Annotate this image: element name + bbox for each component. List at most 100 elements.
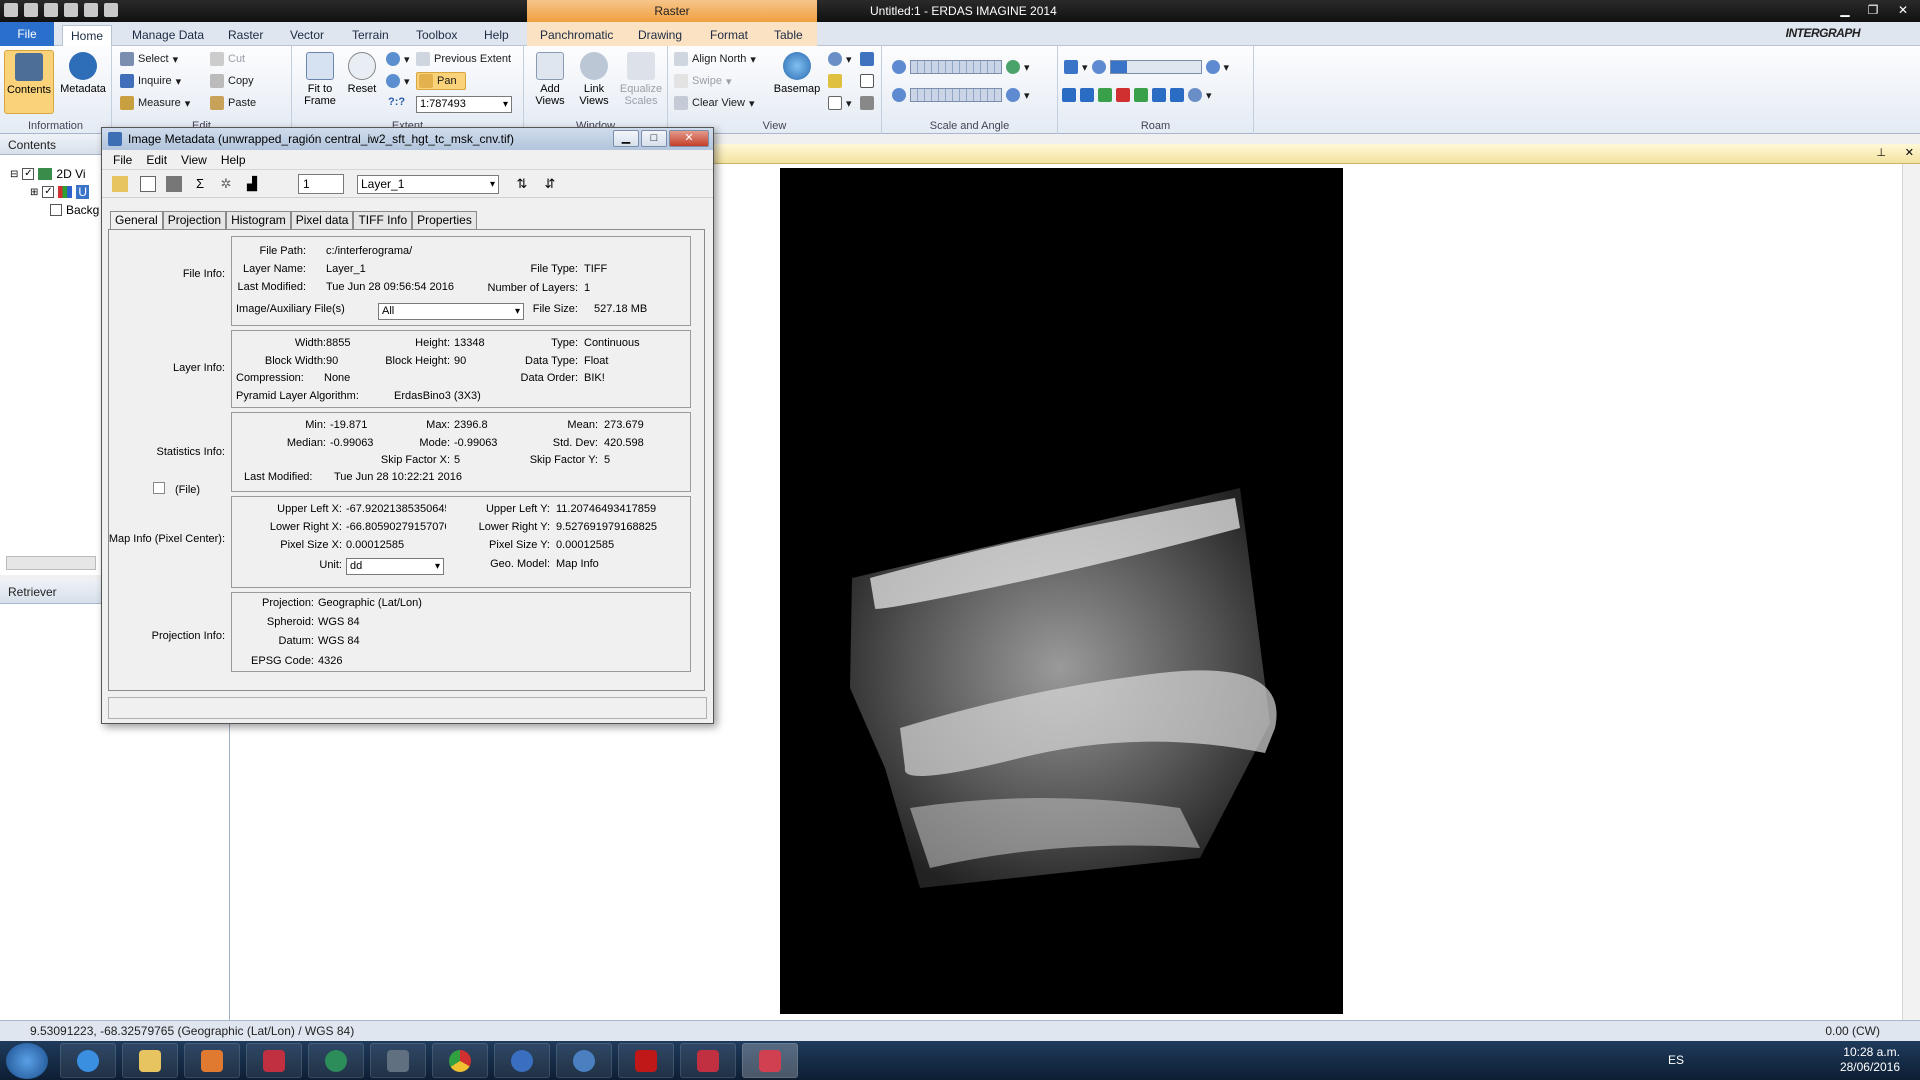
minimize-button[interactable]: ▁ [1832, 2, 1858, 18]
metadata-button[interactable]: Metadata [58, 50, 108, 95]
taskbar-erdas-active[interactable] [742, 1043, 798, 1078]
link-views-button[interactable]: Link Views [572, 50, 616, 107]
contents-button[interactable]: Contents [4, 50, 54, 114]
tree-item-background[interactable]: Backg [50, 203, 99, 217]
tab-properties[interactable]: Properties [412, 211, 477, 229]
paste-button[interactable]: Paste [210, 96, 256, 110]
fit-to-frame-button[interactable]: Fit to Frame [298, 50, 342, 107]
layer-number-spinner[interactable]: 1 [298, 174, 344, 194]
cut-button[interactable]: Cut [210, 52, 245, 66]
sigma-icon[interactable]: Σ [192, 176, 208, 192]
taskbar-earth[interactable] [494, 1043, 550, 1078]
stop-icon[interactable] [1116, 88, 1130, 102]
loop-icon[interactable] [1188, 88, 1202, 102]
select-button[interactable]: Select ▾ [120, 52, 178, 66]
tab-home[interactable]: Home [62, 25, 113, 46]
tab-histogram[interactable]: Histogram [226, 211, 291, 229]
frame-button[interactable]: ▾ [828, 96, 852, 110]
dialog-maximize-button[interactable]: □ [641, 130, 667, 147]
add-views-button[interactable]: Add Views [528, 50, 572, 107]
close-button[interactable]: ✕ [1890, 2, 1916, 18]
sort-down-icon[interactable]: ⇵ [542, 176, 558, 192]
taskbar-media[interactable] [184, 1043, 240, 1078]
scale-slider[interactable]: ▾ [892, 60, 1030, 74]
tree-checkbox[interactable]: ✓ [42, 186, 55, 198]
settings-icon[interactable]: ✲ [218, 176, 234, 192]
app-icon[interactable] [4, 3, 18, 17]
zoom-in-button[interactable]: ▾ [386, 52, 410, 66]
last-icon[interactable] [1170, 88, 1184, 102]
menu-edit[interactable]: Edit [139, 150, 174, 169]
tab-general[interactable]: General [110, 211, 163, 230]
tab-manage-data[interactable]: Manage Data [124, 25, 212, 46]
tab-vector[interactable]: Vector [282, 25, 332, 46]
tab-file[interactable]: File [0, 22, 54, 46]
grid-button[interactable] [828, 74, 842, 88]
tab-drawing[interactable]: Drawing [630, 25, 690, 46]
tab-pixel-data[interactable]: Pixel data [290, 211, 354, 229]
new-icon[interactable] [140, 176, 156, 192]
unit-select[interactable]: dd [346, 558, 444, 575]
info-view-button[interactable] [860, 52, 874, 66]
taskbar-erdas-2[interactable] [680, 1043, 736, 1078]
swipe-button[interactable]: Swipe ▾ [674, 74, 732, 88]
taskbar-ie[interactable] [60, 1043, 116, 1078]
layer-select[interactable]: Layer_1 [357, 175, 499, 194]
previous-extent-button[interactable]: Previous Extent [416, 52, 511, 66]
menu-file[interactable]: File [106, 150, 139, 169]
scale-combo[interactable]: 1:787493 [416, 96, 512, 113]
start-button[interactable] [6, 1043, 48, 1079]
tree-checkbox[interactable]: ✓ [22, 168, 35, 180]
tab-raster[interactable]: Raster [220, 25, 271, 46]
roam-speed-slider[interactable]: ▾ ▾ [1064, 60, 1229, 74]
file-checkbox[interactable] [153, 482, 165, 494]
align-north-button[interactable]: Align North ▾ [674, 52, 756, 66]
tab-panchromatic[interactable]: Panchromatic [532, 25, 621, 46]
measure-button[interactable]: Measure ▾ [120, 96, 190, 110]
taskbar-chrome[interactable] [432, 1043, 488, 1078]
menu-help[interactable]: Help [214, 150, 253, 169]
histogram-icon[interactable]: ▟ [244, 176, 260, 192]
open-icon[interactable] [112, 176, 128, 192]
step-back-icon[interactable] [1080, 88, 1094, 102]
play-reverse-icon[interactable] [1098, 88, 1112, 102]
tab-help[interactable]: Help [476, 25, 517, 46]
language-indicator[interactable]: ES [1668, 1053, 1684, 1067]
reset-button[interactable]: Reset [342, 50, 382, 95]
basemap-button[interactable]: Basemap [772, 50, 822, 95]
inquire-button[interactable]: Inquire ▾ [120, 74, 181, 88]
viewer-pin-icon[interactable]: ⊥ [1876, 146, 1886, 159]
play-icon[interactable] [1134, 88, 1148, 102]
contents-scrollbar[interactable] [6, 556, 96, 570]
tab-table[interactable]: Table [766, 25, 811, 46]
clear-view-button[interactable]: Clear View ▾ [674, 96, 755, 110]
tree-item-layer[interactable]: ⊞ ✓ U [30, 185, 90, 199]
tab-format[interactable]: Format [702, 25, 756, 46]
tab-projection[interactable]: Projection [162, 211, 227, 229]
collapse-icon[interactable]: ⊟ [10, 169, 18, 180]
sort-up-icon[interactable]: ⇅ [514, 176, 530, 192]
equalize-scales-button[interactable]: Equalize Scales [616, 50, 666, 107]
magnifier-tool-button[interactable]: ▾ [828, 52, 852, 66]
print-icon[interactable] [166, 176, 182, 192]
copy-button[interactable]: Copy [210, 74, 254, 88]
tab-toolbox[interactable]: Toolbox [408, 25, 465, 46]
viewer-scrollbar[interactable] [1902, 164, 1920, 1020]
angle-slider[interactable]: ▾ [892, 88, 1030, 102]
taskbar-explorer[interactable] [122, 1043, 178, 1078]
pan-button[interactable]: Pan [416, 72, 466, 90]
taskbar-globe[interactable] [308, 1043, 364, 1078]
save-icon[interactable] [64, 3, 78, 17]
first-icon[interactable] [1062, 88, 1076, 102]
expand-icon[interactable]: ⊞ [30, 187, 38, 198]
menu-view[interactable]: View [174, 150, 214, 169]
tab-tiff-info[interactable]: TIFF Info [353, 211, 413, 229]
aux-files-select[interactable]: All [378, 303, 524, 320]
zoom-query-button[interactable]: ?:? [388, 96, 405, 108]
new-icon[interactable] [24, 3, 38, 17]
maximize-button[interactable]: ❐ [1860, 2, 1886, 18]
taskbar-erdas[interactable] [246, 1043, 302, 1078]
raster-image[interactable] [780, 168, 1343, 1014]
taskbar-snap[interactable] [370, 1043, 426, 1078]
north-tool-button[interactable] [860, 96, 874, 110]
